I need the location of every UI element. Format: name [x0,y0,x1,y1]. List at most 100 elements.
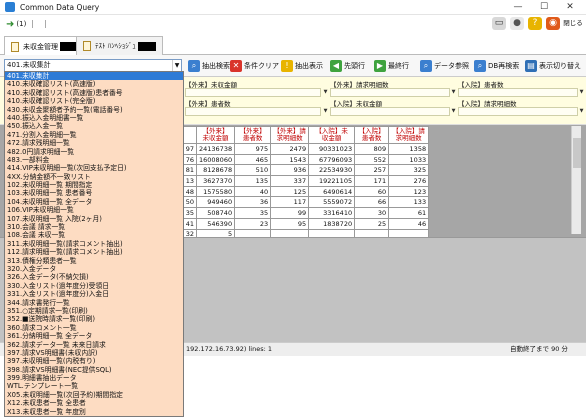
chevron-down-icon[interactable]: ▼ [450,88,457,97]
printer-icon[interactable]: ▭ [492,17,506,30]
dropdown-option[interactable]: 362.請求データ一覧 未来日請求 [5,341,183,349]
scrollbar-thumb[interactable] [573,138,581,168]
table-row[interactable]: 41 546390 23 95 1838720 25 46 [182,217,430,230]
table-cell[interactable]: 30 [354,207,390,219]
table-cell[interactable]: 257 [354,164,390,177]
filter-input[interactable] [185,88,321,97]
toggle-view-button[interactable]: ▤ 表示切り替え [525,58,581,73]
minimize-button[interactable]: — [506,0,530,15]
table-cell[interactable]: 95 [270,217,310,230]
dropdown-option[interactable]: 398.請求VS明細書(NEC提供SQL) [5,366,183,374]
dropdown-option[interactable]: 410.未収確認リスト(高速版) [5,80,183,88]
dropdown-option[interactable]: 311.未収明細一覧(請求コメント抽出) [5,240,183,248]
table-cell[interactable]: 23 [234,217,272,230]
dropdown-option[interactable]: 4XX.分納金額不一致リスト [5,173,183,181]
table-cell[interactable]: 46 [388,217,430,230]
table-cell[interactable]: 546390 [195,217,236,230]
dropdown-option[interactable]: X12.未収患者一覧 全患者 [5,399,183,407]
table-cell[interactable]: 276 [388,175,430,187]
table-cell[interactable]: 5559072 [308,196,356,209]
table-cell[interactable]: 16008060 [195,153,236,166]
filter-input[interactable] [458,107,578,116]
table-cell[interactable]: 135 [234,175,272,187]
run-arrow-icon[interactable]: ➜ [6,19,14,30]
query-dropdown-list[interactable]: 401.未収集計 410.未収確認リスト(高速版) 410.未収確認リスト(高速版)… [4,71,184,417]
first-row-button[interactable]: ◀ 先頭行 [330,58,365,73]
table-cell[interactable]: 61 [388,207,430,219]
dropdown-option[interactable]: 397.未収明細一覧(内税有り) [5,357,183,365]
last-row-button[interactable]: ▶ 最終行 [374,58,409,73]
chevron-down-icon[interactable]: ▼ [322,88,329,97]
table-cell[interactable]: 97 [182,143,197,155]
stop-icon[interactable]: ◉ [546,17,560,30]
table-cell[interactable]: 1543 [270,153,310,166]
maximize-button[interactable]: ☐ [532,0,556,15]
table-cell[interactable]: 24136738 [195,143,236,155]
table-cell[interactable]: 8128678 [195,164,236,177]
table-cell[interactable]: 66 [354,196,390,209]
table-cell[interactable]: 510 [234,164,272,177]
dropdown-option[interactable]: 112.請求明細一覧(請求コメント抽出) [5,248,183,256]
dropdown-option[interactable]: 450.振込入金一覧 [5,122,183,130]
table-cell[interactable]: 325 [388,164,430,177]
db-research-button[interactable]: ⌕ DB再検索 [474,58,519,73]
dropdown-option[interactable]: 360.請求コメント一覧 [5,324,183,332]
dropdown-option[interactable]: 414.VIP未収明細一覧(次回支払予定日) [5,164,183,172]
filter-input[interactable] [458,88,578,97]
table-cell[interactable]: 6490614 [308,185,356,198]
chevron-down-icon[interactable]: ▼ [578,88,585,97]
dropdown-option[interactable]: 351.○定期請求一覧(印刷) [5,307,183,315]
table-cell[interactable]: 1575580 [195,185,236,198]
dropdown-option[interactable]: 313.債権分類患者一覧 [5,257,183,265]
table-cell[interactable]: 36 [234,196,272,209]
table-row[interactable]: 81 8128678 510 936 22534930 257 325 [182,164,430,177]
column-header[interactable]: 【入院】請 求明細数 [388,126,430,144]
dropdown-option[interactable]: 107.未収明細一覧 入院(2ヶ月) [5,215,183,223]
dropdown-option[interactable]: 103.未収明細一覧 患者番号 [5,189,183,197]
table-cell[interactable]: 67796093 [308,153,356,166]
table-cell[interactable]: 123 [388,185,430,198]
dropdown-option[interactable]: 361.分納明細一覧 全データ [5,332,183,340]
table-row[interactable]: 48 1575580 40 125 6490614 60 123 [182,185,430,198]
column-header[interactable]: 【外来】 患者数 [234,126,272,144]
dropdown-option[interactable]: 472.請求残明細一覧 [5,139,183,147]
close-window-button[interactable]: ✕ [558,0,582,15]
dropdown-option[interactable]: 108.会議 未収一覧 [5,231,183,239]
dropdown-option[interactable]: 310.会議 請求一覧 [5,223,183,231]
extract-search-button[interactable]: ⌕ 抽出検索 [188,58,230,73]
table-cell[interactable]: 171 [354,175,390,187]
table-cell[interactable]: 19221105 [308,175,356,187]
dropdown-option[interactable]: 331.入金リスト(過年度分)入金日 [5,290,183,298]
column-header[interactable] [182,126,197,144]
column-header[interactable]: 【外来】請 求明細数 [270,126,310,144]
help-icon[interactable]: ? [528,17,542,30]
dropdown-option[interactable]: 410.未収確認リスト(完全版) [5,97,183,105]
table-cell[interactable]: 1838720 [308,217,356,230]
table-row[interactable]: 35 508740 35 99 3316410 30 61 [182,207,430,219]
dropdown-option[interactable]: 330.入金リスト(過年度分)受領日 [5,282,183,290]
table-cell[interactable]: 1358 [388,143,430,155]
table-cell[interactable]: 117 [270,196,310,209]
extract-display-button[interactable]: ! 抽出表示 [281,58,323,73]
dropdown-option[interactable]: WTL.テンプレート一覧 [5,382,183,390]
table-cell[interactable]: 465 [234,153,272,166]
dropdown-option[interactable]: 106.VIP未収明細一覧 [5,206,183,214]
table-cell[interactable]: 337 [270,175,310,187]
dropdown-option[interactable]: 440.振込入金明細書一覧 [5,114,183,122]
table-cell[interactable]: 949460 [195,196,236,209]
table-cell[interactable]: 936 [270,164,310,177]
column-header[interactable]: 【入院】未 収金額 [308,126,356,144]
dropdown-option[interactable]: 483.一部料金 [5,156,183,164]
tab-receivables[interactable]: 未収金管理 [4,36,85,56]
table-cell[interactable]: 50 [182,196,197,209]
dropdown-option[interactable]: 344.請求書発行一覧 [5,299,183,307]
dropdown-option[interactable]: 482.0円請求明細一覧 [5,148,183,156]
tab-test[interactable]: ﾃｽﾄ ﾊﾝﾍｼｮｼﾞｭ [76,36,163,55]
table-cell[interactable]: 90331023 [308,143,356,155]
table-cell[interactable]: 41 [182,217,197,230]
table-cell[interactable]: 48 [182,185,197,198]
table-cell[interactable]: 35 [234,207,272,219]
table-cell[interactable]: 3627370 [195,175,236,187]
table-cell[interactable]: 552 [354,153,390,166]
column-header[interactable]: 【外来】 未収金額 [195,126,236,144]
